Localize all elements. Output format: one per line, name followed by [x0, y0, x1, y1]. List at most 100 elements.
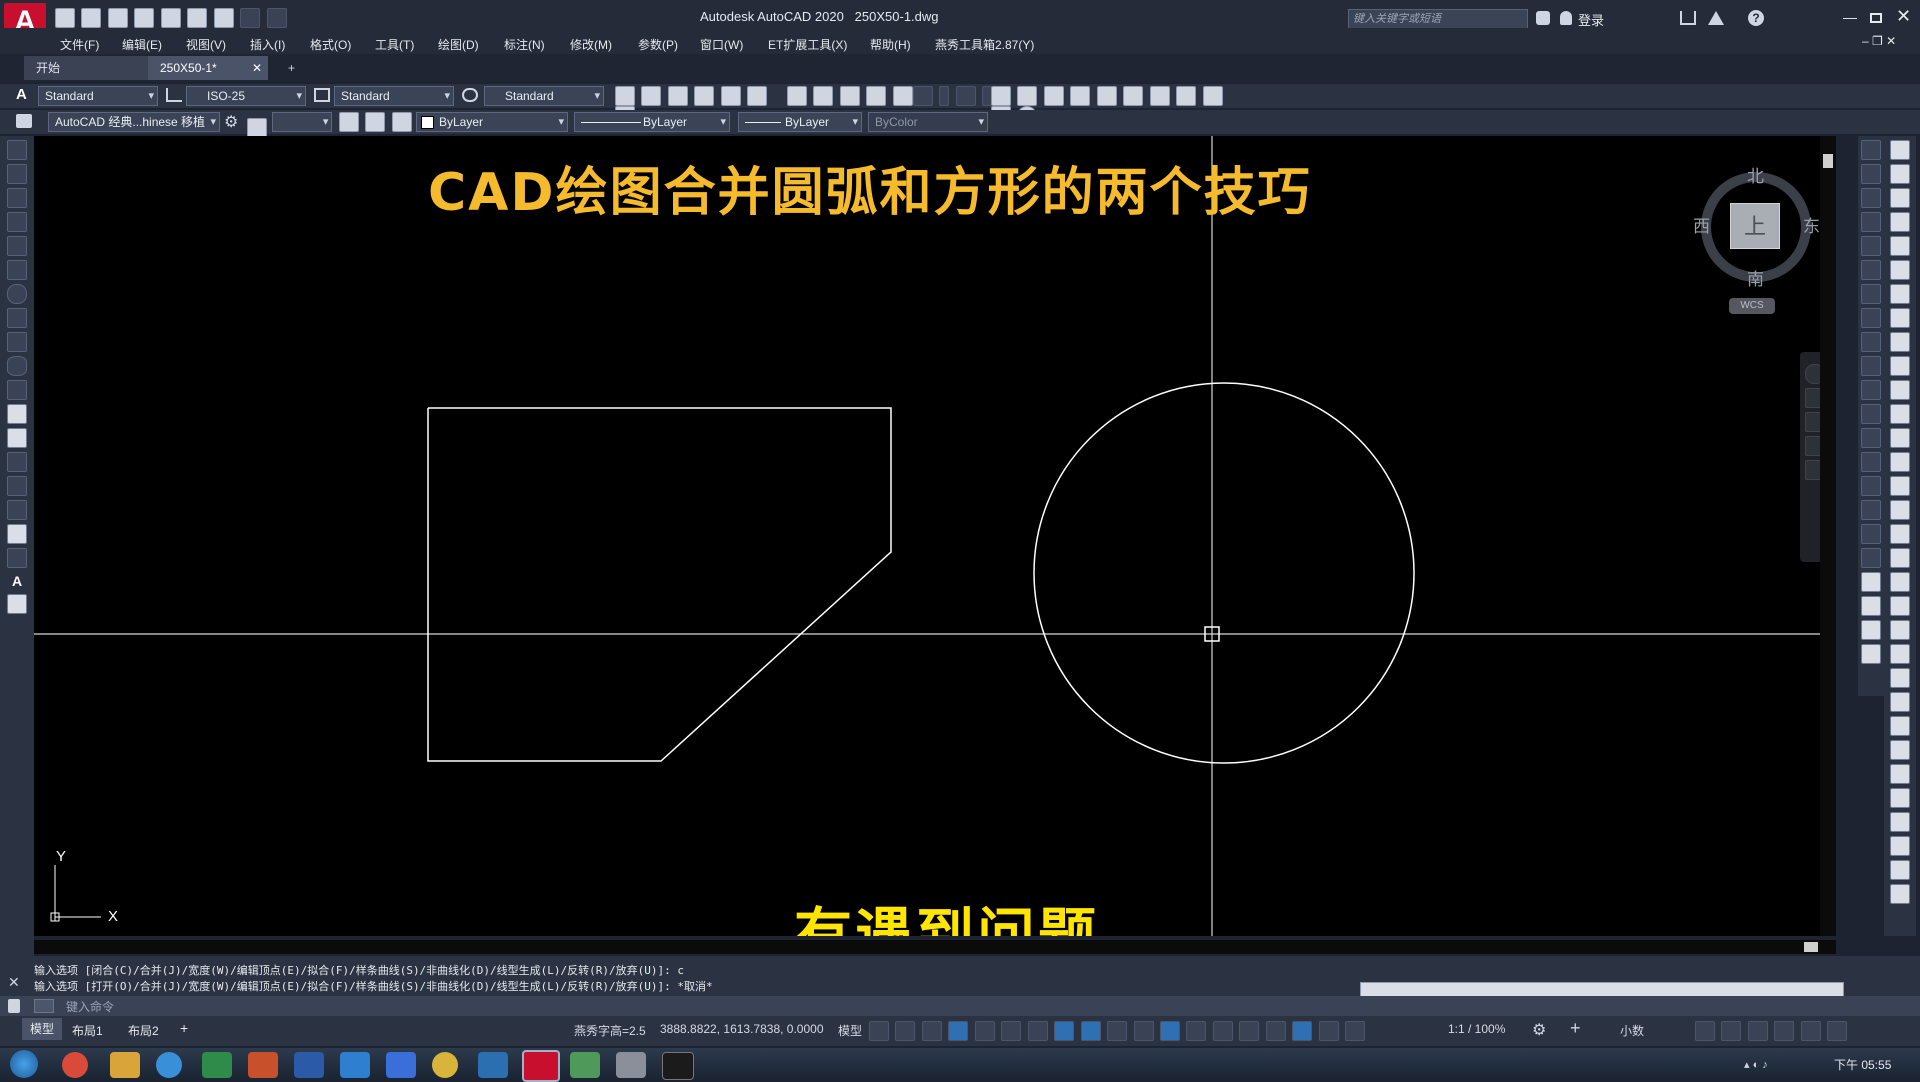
polyline-icon[interactable] [7, 188, 27, 208]
yx-tool-20-icon[interactable] [1890, 596, 1910, 616]
point-icon[interactable] [7, 452, 27, 472]
3d-osnap-icon[interactable] [1186, 1021, 1207, 1041]
arc-icon[interactable] [7, 260, 27, 280]
block-editor-icon[interactable] [892, 86, 913, 106]
vertical-scrollbar[interactable] [1820, 136, 1836, 936]
isolate-objects-icon[interactable] [1747, 1021, 1768, 1041]
region-icon[interactable] [7, 524, 27, 544]
undo-tool-icon[interactable] [913, 86, 933, 106]
status-units[interactable]: 小数 [1620, 1022, 1644, 1039]
selection-cycling-icon[interactable] [1159, 1021, 1180, 1041]
annotation-monitor-icon[interactable]: + [1570, 1018, 1581, 1039]
dim-style-select[interactable]: ISO-25 [186, 86, 306, 106]
wcs-menu[interactable]: WCS [1729, 298, 1775, 314]
ortho-icon[interactable] [974, 1021, 995, 1041]
hardware-accel-icon[interactable] [1774, 1021, 1795, 1041]
move-icon[interactable] [1861, 260, 1881, 280]
undo-drop-icon[interactable] [939, 86, 950, 106]
draworder-back-icon[interactable] [1861, 644, 1881, 664]
autodesk-app-icon[interactable] [1708, 11, 1724, 25]
save-web-icon[interactable] [187, 8, 208, 28]
menu-modify[interactable]: 修改(M) [570, 36, 612, 53]
array-icon[interactable] [1861, 236, 1881, 256]
save-icon[interactable] [107, 8, 128, 28]
minimize-button[interactable]: — [1843, 10, 1859, 26]
lock-ui-icon[interactable] [1721, 1021, 1742, 1041]
zoom-realtime-icon[interactable] [1017, 86, 1038, 106]
draworder-icon[interactable] [1861, 620, 1881, 640]
yx-tool-7-icon[interactable] [1890, 284, 1910, 304]
layer-select[interactable] [272, 112, 333, 132]
close-window-button[interactable]: ✕ [1896, 6, 1911, 27]
viewcube-north[interactable]: 北 [1747, 162, 1764, 187]
yx-tool-8-icon[interactable] [1890, 308, 1910, 328]
yx-tool-16-icon[interactable] [1890, 500, 1910, 520]
help-icon[interactable]: ? [1748, 10, 1764, 26]
layout-tab-2[interactable]: 布局2 [128, 1022, 159, 1039]
make-current-icon[interactable] [365, 112, 386, 132]
workspace-settings-icon[interactable]: ⚙ [224, 112, 238, 132]
menu-parametric[interactable]: 参数(P) [638, 36, 678, 53]
tab-document[interactable]: 250X50-1* ✕ [148, 56, 268, 80]
tab-add[interactable]: + [276, 56, 307, 80]
tool-palettes-icon[interactable] [1149, 86, 1170, 106]
dynamic-ucs-icon[interactable] [1212, 1021, 1233, 1041]
app-taskbar-icon-4[interactable] [570, 1052, 600, 1078]
yx-tool-29-icon[interactable] [1890, 812, 1910, 832]
auto-scale-icon[interactable] [1318, 1021, 1339, 1041]
yx-tool-24-icon[interactable] [1890, 692, 1910, 712]
cart-icon[interactable] [1680, 11, 1696, 25]
scale-icon[interactable] [1861, 308, 1881, 328]
menu-tools[interactable]: 工具(T) [375, 36, 414, 53]
tab-start[interactable]: 开始 [24, 56, 154, 80]
customize-icon[interactable] [8, 999, 20, 1013]
menu-express-tools[interactable]: ET扩展工具(X) [768, 36, 847, 53]
vertical-scroll-thumb[interactable] [1823, 154, 1833, 168]
hatch-icon[interactable] [7, 476, 27, 496]
break-point-icon[interactable] [1861, 404, 1881, 424]
open-icon[interactable] [81, 8, 102, 28]
yx-tool-3-icon[interactable] [1890, 188, 1910, 208]
chamfer-icon[interactable] [1861, 476, 1881, 496]
join-icon[interactable] [1861, 452, 1881, 472]
status-text-height[interactable]: 燕秀字高=2.5 [574, 1022, 646, 1039]
menu-help[interactable]: 帮助(H) [870, 36, 911, 53]
autocad-taskbar-icon[interactable] [522, 1050, 560, 1082]
yx-tool-30-icon[interactable] [1890, 836, 1910, 856]
menu-window[interactable]: 窗口(W) [700, 36, 743, 53]
menu-view[interactable]: 视图(V) [186, 36, 226, 53]
layer-state-icon[interactable] [247, 117, 267, 138]
yx-tool-12-icon[interactable] [1890, 404, 1910, 424]
redo-tool-icon[interactable] [955, 86, 976, 106]
polygon-icon[interactable] [7, 212, 27, 232]
open-file-icon[interactable] [641, 86, 662, 106]
search-box[interactable]: 键入关键字或短语 [1348, 9, 1528, 29]
sheet-set-icon[interactable] [1176, 86, 1197, 106]
menu-file[interactable]: 文件(F) [60, 36, 99, 53]
doc-window-controls[interactable]: – ❐ ✕ [1862, 34, 1896, 48]
match-prop-icon[interactable] [866, 86, 887, 106]
copy-object-icon[interactable] [1861, 164, 1881, 184]
polar-icon[interactable] [1001, 1021, 1022, 1041]
annotation-visibility-icon[interactable] [1292, 1021, 1313, 1041]
horizontal-scroll-thumb[interactable] [1804, 942, 1818, 952]
linetype-select[interactable]: ByLayer [574, 112, 730, 132]
construction-line-icon[interactable] [7, 164, 27, 184]
lineweight-toggle-icon[interactable] [1107, 1021, 1128, 1041]
ellipse-icon[interactable] [7, 356, 27, 376]
status-model-space[interactable]: 模型 [838, 1022, 862, 1039]
maximize-button[interactable] [1870, 13, 1882, 23]
horizontal-scrollbar[interactable] [34, 940, 1836, 954]
taskbar-clock[interactable]: 下午 05:55 [1834, 1056, 1891, 1073]
viewcube-east[interactable]: 东 [1803, 212, 1820, 237]
redo-icon[interactable] [266, 8, 287, 28]
ie-taskbar-icon[interactable] [156, 1052, 182, 1078]
line-icon[interactable] [7, 140, 27, 160]
rectangle-icon[interactable] [7, 236, 27, 256]
text-style-select[interactable]: Standard [38, 86, 158, 106]
yx-tool-6-icon[interactable] [1890, 260, 1910, 280]
viewcube-west[interactable]: 西 [1693, 212, 1710, 237]
menu-edit[interactable]: 编辑(E) [122, 36, 162, 53]
spline-icon[interactable] [7, 332, 27, 352]
close-tab-icon[interactable]: ✕ [252, 56, 262, 80]
